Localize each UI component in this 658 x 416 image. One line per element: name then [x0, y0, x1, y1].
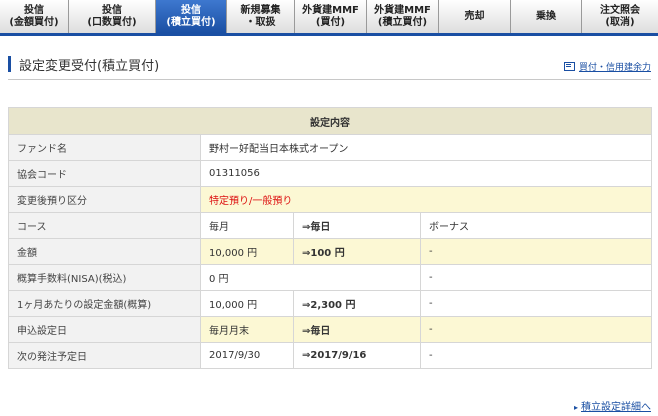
table-row: 変更後預り区分 特定預り/一般預り	[8, 186, 652, 213]
tab-fund-accumulation-buy[interactable]: 投信 (積立買付)	[156, 0, 227, 33]
fund-name-label: ファンド名	[8, 134, 201, 161]
accumulation-detail-link-label: 積立設定詳細へ	[581, 402, 651, 413]
table-row: 協会コード 01311056	[8, 160, 652, 187]
buying-power-link[interactable]: 買付・信用建余力	[563, 60, 651, 73]
apply-date-old-value: 毎月月末	[200, 316, 294, 343]
amount-bonus-value: -	[420, 238, 652, 265]
amount-old-value: 10,000 円	[200, 238, 294, 265]
tab-fund-unit-buy[interactable]: 投信 (口数買付)	[69, 0, 156, 33]
monthly-amount-new-value: ⇒2,300 円	[293, 290, 421, 317]
tab-bar: 投信 (金額買付) 投信 (口数買付) 投信 (積立買付) 新規募集 ・取扱 外…	[0, 0, 658, 36]
monthly-amount-old-value: 10,000 円	[200, 290, 294, 317]
table-row: コース 毎月 ⇒毎日 ボーナス	[8, 212, 652, 239]
triangle-right-icon: ▸	[573, 403, 578, 412]
tab-switch[interactable]: 乗換	[511, 0, 582, 33]
monthly-amount-bonus-value: -	[420, 290, 652, 317]
custody-type-label: 変更後預り区分	[8, 186, 201, 213]
next-order-date-new-value: ⇒2017/9/16	[293, 342, 421, 369]
accumulation-detail-link[interactable]: ▸ 積立設定詳細へ	[574, 398, 651, 413]
fee-label: 概算手数料(NISA)(税込)	[8, 264, 201, 291]
amount-new-value: ⇒100 円	[293, 238, 421, 265]
next-order-date-old-value: 2017/9/30	[200, 342, 294, 369]
tab-new-offering[interactable]: 新規募集 ・取扱	[227, 0, 295, 33]
tab-fund-amount-buy[interactable]: 投信 (金額買付)	[0, 0, 69, 33]
fee-value: 0 円	[200, 264, 421, 291]
buying-power-link-label: 買付・信用建余力	[578, 63, 651, 73]
heading-bar	[8, 56, 11, 72]
tab-sell[interactable]: 売却	[439, 0, 511, 33]
window-icon	[563, 62, 575, 71]
course-new-value: ⇒毎日	[293, 212, 421, 239]
settings-table: 設定内容 ファンド名 野村ー好配当日本株式オープン 協会コード 01311056…	[8, 107, 652, 369]
table-row: 申込設定日 毎月月末 ⇒毎日 -	[8, 316, 652, 343]
fee-bonus-value: -	[420, 264, 652, 291]
table-row: 1ヶ月あたりの設定金額(概算) 10,000 円 ⇒2,300 円 -	[8, 290, 652, 317]
page-title: 設定変更受付(積立買付)	[19, 58, 160, 74]
association-code-label: 協会コード	[8, 160, 201, 187]
table-row: ファンド名 野村ー好配当日本株式オープン	[8, 134, 652, 161]
divider	[8, 79, 651, 80]
next-order-date-label: 次の発注予定日	[8, 342, 201, 369]
custody-type-value: 特定預り/一般預り	[200, 186, 652, 213]
table-row: 金額 10,000 円 ⇒100 円 -	[8, 238, 652, 265]
table-row: 次の発注予定日 2017/9/30 ⇒2017/9/16 -	[8, 342, 652, 369]
monthly-amount-label: 1ヶ月あたりの設定金額(概算)	[8, 290, 201, 317]
apply-date-bonus-value: -	[420, 316, 652, 343]
tab-foreign-mmf-accumulation[interactable]: 外貨建MMF (積立買付)	[367, 0, 439, 33]
next-order-date-bonus-value: -	[420, 342, 652, 369]
amount-label: 金額	[8, 238, 201, 265]
tab-order-inquiry[interactable]: 注文照会 (取消)	[582, 0, 658, 33]
course-label: コース	[8, 212, 201, 239]
apply-date-new-value: ⇒毎日	[293, 316, 421, 343]
table-header-row: 設定内容	[8, 107, 652, 135]
course-old-value: 毎月	[200, 212, 294, 239]
apply-date-label: 申込設定日	[8, 316, 201, 343]
table-row: 概算手数料(NISA)(税込) 0 円 -	[8, 264, 652, 291]
fund-name-value: 野村ー好配当日本株式オープン	[200, 134, 652, 161]
page-heading: 設定変更受付(積立買付)	[8, 55, 160, 74]
course-bonus-value: ボーナス	[420, 212, 652, 239]
tab-foreign-mmf-buy[interactable]: 外貨建MMF (買付)	[295, 0, 367, 33]
table-header: 設定内容	[8, 107, 652, 135]
association-code-value: 01311056	[200, 160, 652, 187]
